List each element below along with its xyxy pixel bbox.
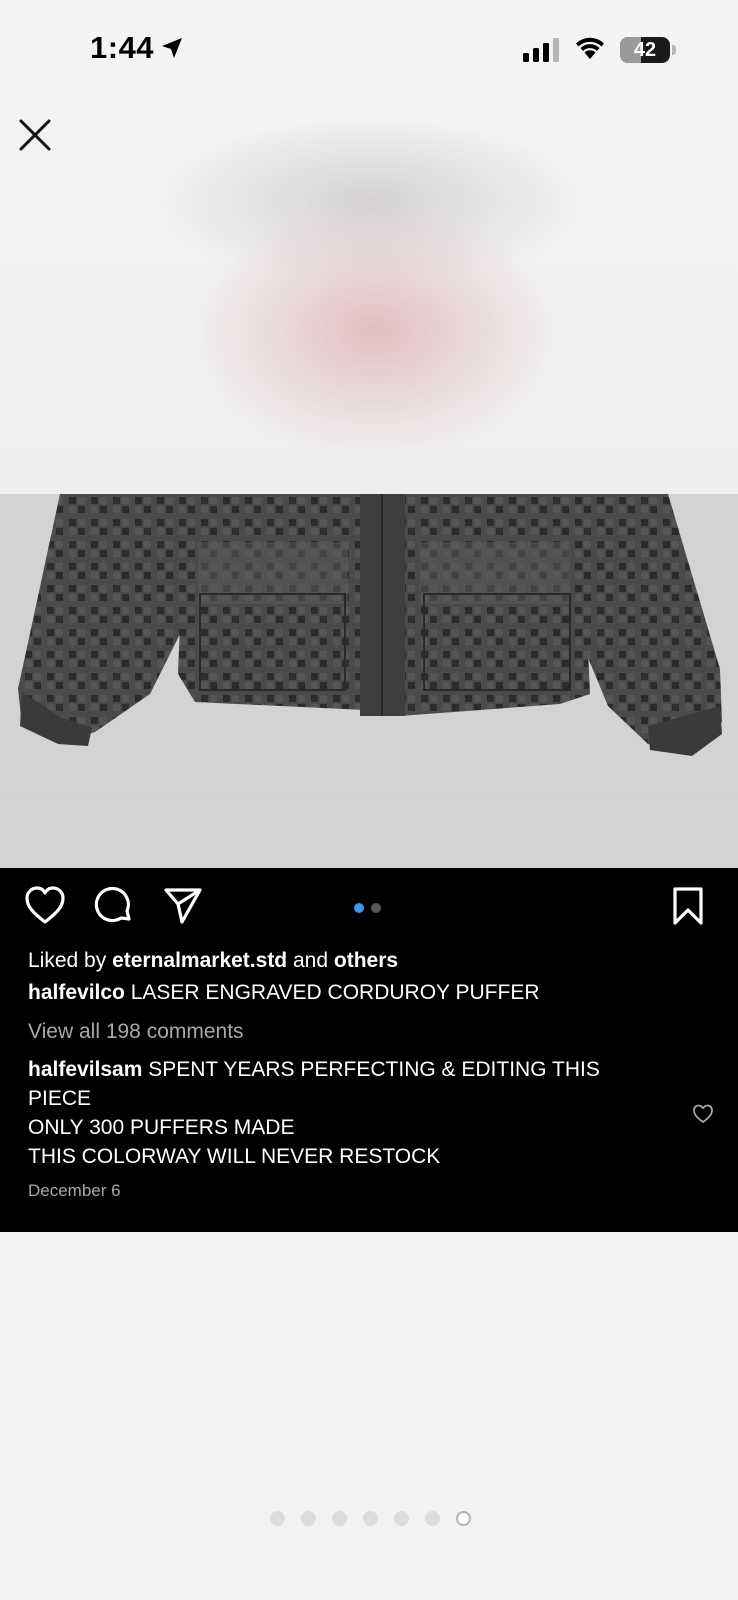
wifi-icon — [576, 37, 604, 59]
battery-nub — [672, 45, 676, 55]
comment-icon[interactable] — [94, 886, 134, 926]
heart-icon[interactable] — [24, 886, 66, 926]
post-card: Liked by eternalmarket.std and others ha… — [0, 494, 738, 1232]
comment-username-link[interactable]: halfevilsam — [28, 1058, 142, 1081]
post-caption: halfevilco LASER ENGRAVED CORDUROY PUFFE… — [28, 978, 708, 1007]
likes-summary: Liked by eternalmarket.std and others — [28, 946, 708, 975]
jacket-photo — [0, 494, 738, 868]
likes-prefix: Liked by — [28, 949, 107, 972]
bookmark-icon[interactable] — [671, 886, 705, 926]
post-date: December 6 — [28, 1181, 121, 1200]
battery-percent: 42 — [633, 39, 657, 61]
carousel-indicator — [354, 900, 388, 918]
battery-icon: 42 — [620, 37, 670, 63]
comment-line-2: ONLY 300 PUFFERS MADE — [28, 1116, 295, 1139]
story-page-indicator — [270, 1510, 487, 1528]
comment-heart-icon[interactable] — [692, 1104, 714, 1124]
status-bar: 1:44 42 — [0, 0, 738, 100]
post-image[interactable] — [0, 494, 738, 868]
caption-text: LASER ENGRAVED CORDUROY PUFFER — [130, 981, 540, 1004]
story-page-dot[interactable] — [425, 1511, 440, 1527]
comment-line-3: THIS COLORWAY WILL NEVER RESTOCK — [28, 1145, 441, 1168]
liked-by-user-link[interactable]: eternalmarket.std — [112, 949, 287, 972]
comment: halfevilsam SPENT YEARS PERFECTING & EDI… — [28, 1055, 668, 1171]
share-icon[interactable] — [163, 886, 203, 926]
story-page-dot[interactable] — [332, 1511, 347, 1527]
story-page-dot[interactable] — [456, 1511, 471, 1527]
close-icon[interactable] — [18, 118, 52, 152]
location-arrow-icon — [162, 38, 182, 58]
signal-icon — [523, 38, 559, 62]
likes-connector: and — [292, 949, 329, 972]
view-comments-link[interactable]: View all 198 comments — [28, 1017, 708, 1046]
post-actions — [0, 868, 738, 948]
likes-others-link[interactable]: others — [334, 949, 398, 972]
story-page-dot[interactable] — [363, 1511, 378, 1527]
story-page-dot[interactable] — [394, 1511, 409, 1527]
carousel-dot — [354, 903, 364, 913]
carousel-dot — [371, 903, 381, 913]
caption-username-link[interactable]: halfevilco — [28, 981, 125, 1004]
status-time: 1:44 — [90, 30, 155, 65]
story-page-dot[interactable] — [270, 1511, 285, 1527]
story-page-dot[interactable] — [301, 1511, 316, 1527]
